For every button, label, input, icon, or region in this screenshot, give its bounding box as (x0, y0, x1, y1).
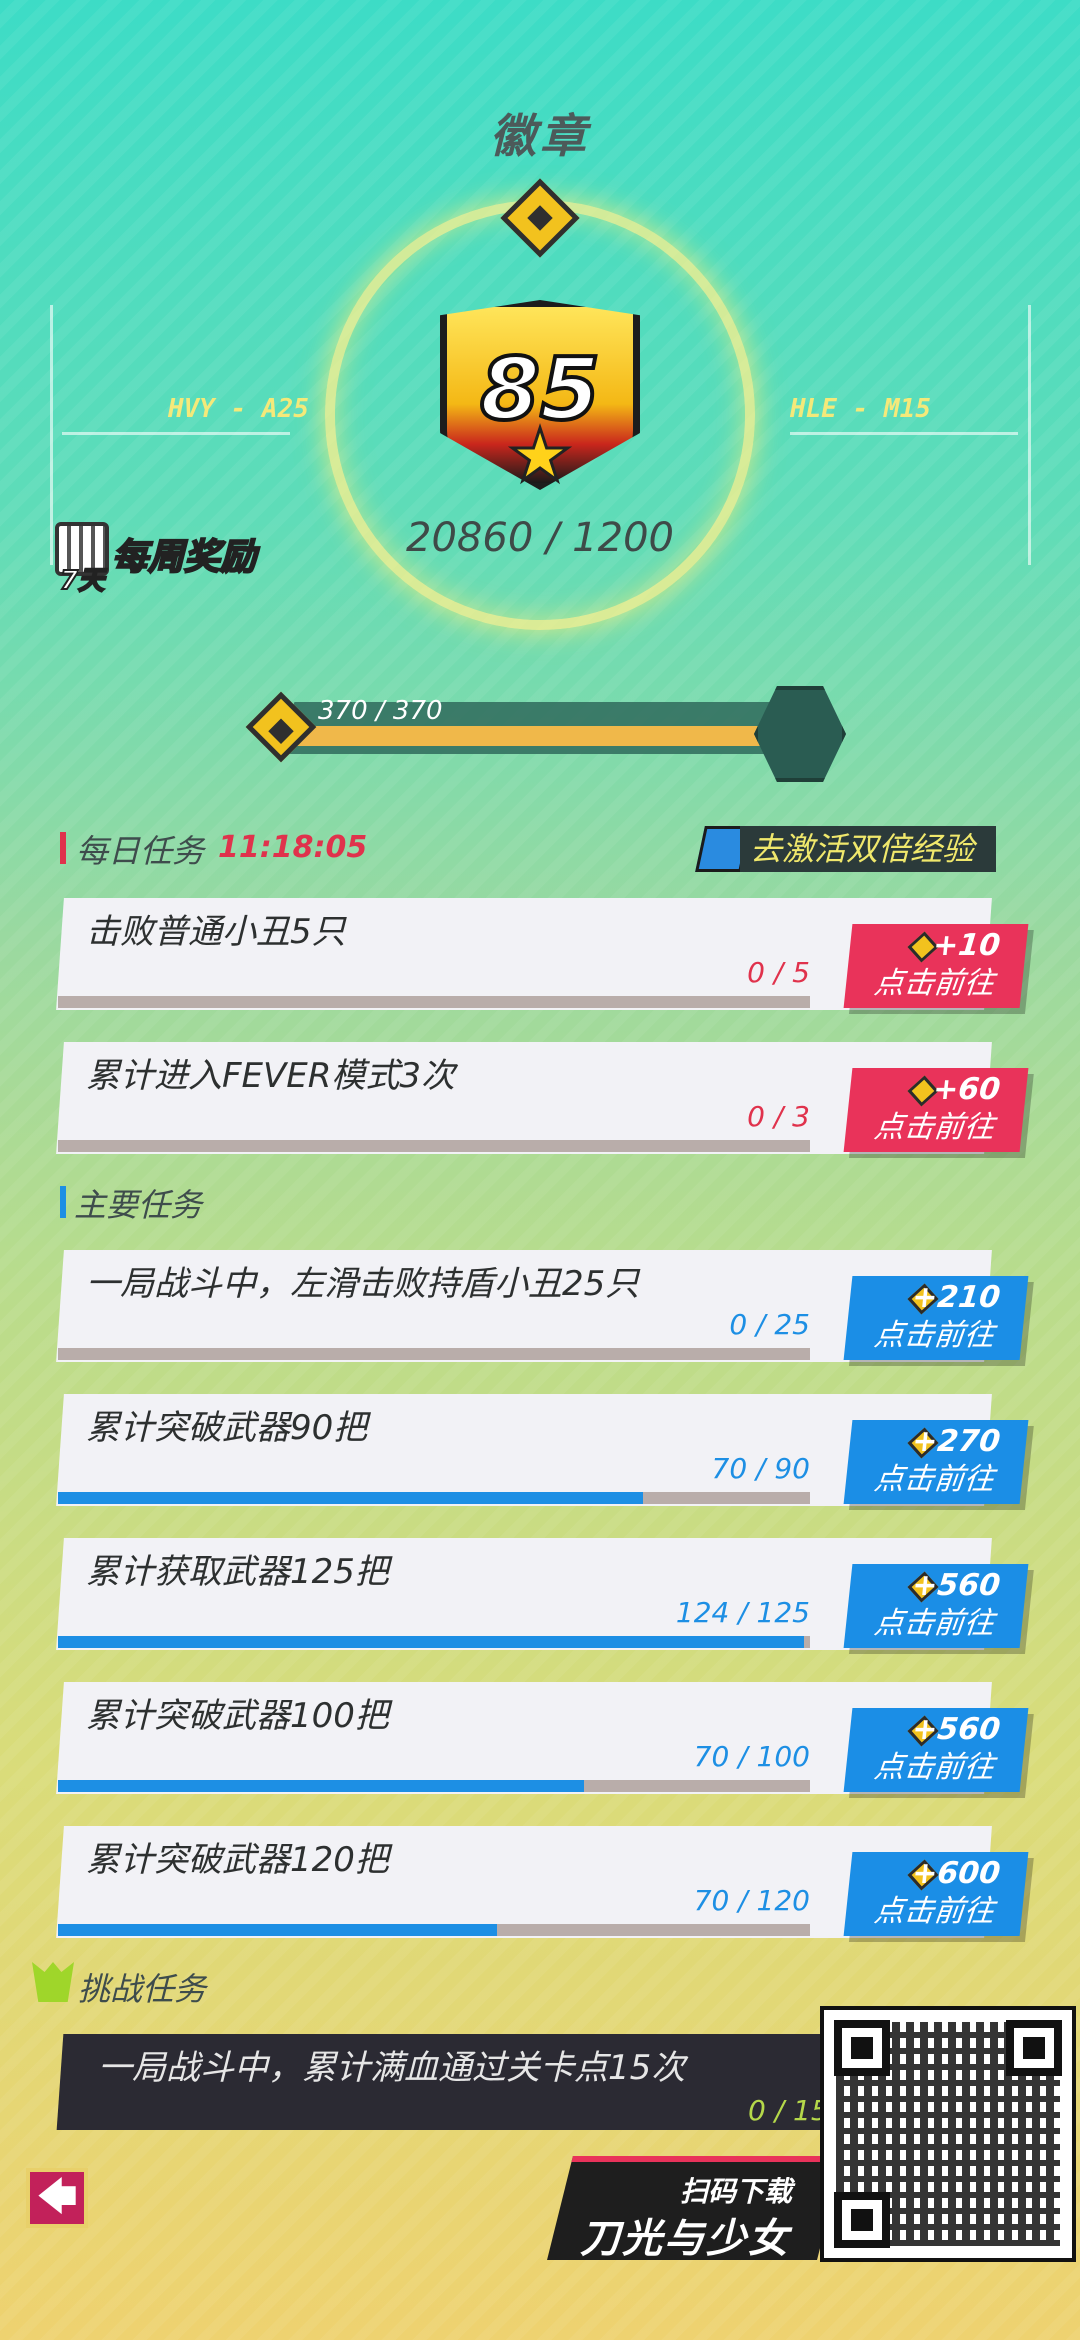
task-count: 0 / 25 (729, 1308, 810, 1341)
go-button-label: 点击前往 (872, 966, 996, 1001)
promo-logo-text: 刀光与少女 (580, 2216, 790, 2262)
challenge-task-title: 一局战斗中，累计满血通过关卡点15次 (98, 2048, 686, 2088)
badge-points: 20860 / 1200 (406, 515, 674, 561)
challenge-section-title: 挑战任务 (78, 1970, 207, 2008)
right-rule (790, 432, 1018, 435)
level-progress-fill (295, 726, 795, 746)
weekly-reward-button[interactable]: 每周奖励 (111, 528, 257, 580)
task-title: 击败普通小丑5只 (86, 912, 346, 952)
promo-small-text: 扫码下载 (680, 2175, 793, 2208)
double-exp-button[interactable]: 去激活双倍经验 (740, 826, 996, 872)
go-button[interactable]: +560 点击前往 (843, 1564, 1029, 1648)
task-title: 一局战斗中，左滑击败持盾小丑25只 (86, 1264, 640, 1304)
challenge-icon (32, 1962, 74, 2002)
task-title: 累计获取武器125把 (86, 1552, 389, 1592)
task-progress-track (58, 1348, 810, 1360)
go-button-label: 点击前往 (872, 1750, 996, 1785)
task-title: 累计进入FEVER模式3次 (86, 1056, 456, 1096)
task-title: 累计突破武器120把 (86, 1840, 389, 1880)
go-button-label: 点击前往 (872, 1894, 996, 1929)
main-section-title: 主要任务 (74, 1186, 203, 1224)
qr-code (820, 2006, 1076, 2262)
go-button[interactable]: +60 点击前往 (843, 1068, 1029, 1152)
back-button[interactable]: 🡄 (26, 2168, 88, 2228)
go-button-label: 点击前往 (872, 1462, 996, 1497)
go-button[interactable]: +270 点击前往 (843, 1420, 1029, 1504)
star-icon: ★ (506, 413, 574, 497)
task-title: 累计突破武器90把 (86, 1408, 368, 1448)
task-count: 70 / 90 (711, 1452, 811, 1485)
task-count: 124 / 125 (675, 1596, 810, 1629)
left-rule (62, 432, 290, 435)
level-end-hex-icon (754, 686, 846, 782)
task-title: 累计突破武器100把 (86, 1696, 389, 1736)
weekly-days: 7天 (59, 565, 105, 597)
task-count: 70 / 100 (693, 1740, 810, 1773)
go-button[interactable]: +10 点击前往 (843, 924, 1029, 1008)
daily-timer: 11:18:05 (218, 830, 368, 865)
challenge-task-count: 0 / 15 (748, 2094, 829, 2127)
go-button[interactable]: +560 点击前往 (843, 1708, 1029, 1792)
main-section-marker (60, 1186, 66, 1218)
task-count: 70 / 120 (693, 1884, 810, 1917)
level-progress-text: 370 / 370 (318, 696, 443, 726)
task-progress-fill (58, 1924, 497, 1936)
go-button-label: 点击前往 (872, 1110, 996, 1145)
page-title: 徽章 (490, 109, 590, 163)
go-button[interactable]: +210 点击前往 (843, 1276, 1029, 1360)
go-button-label: 点击前往 (872, 1318, 996, 1353)
task-count: 0 / 5 (747, 956, 810, 989)
arrow-left-icon: 🡄 (36, 2174, 78, 2220)
go-button-label: 点击前往 (872, 1606, 996, 1641)
right-divider (1028, 305, 1031, 565)
left-label: HVY - A25 (168, 394, 309, 424)
task-progress-track (58, 1140, 810, 1152)
right-label: HLE - M15 (790, 394, 931, 424)
task-progress-fill (58, 1492, 643, 1504)
task-progress-fill (58, 1636, 804, 1648)
task-progress-fill (58, 1780, 584, 1792)
daily-section-title: 每日任务 (76, 832, 205, 870)
daily-section-marker (60, 832, 66, 864)
task-progress-track (58, 996, 810, 1008)
go-button[interactable]: +600 点击前往 (843, 1852, 1029, 1936)
task-count: 0 / 3 (747, 1100, 810, 1133)
left-divider (50, 305, 53, 565)
